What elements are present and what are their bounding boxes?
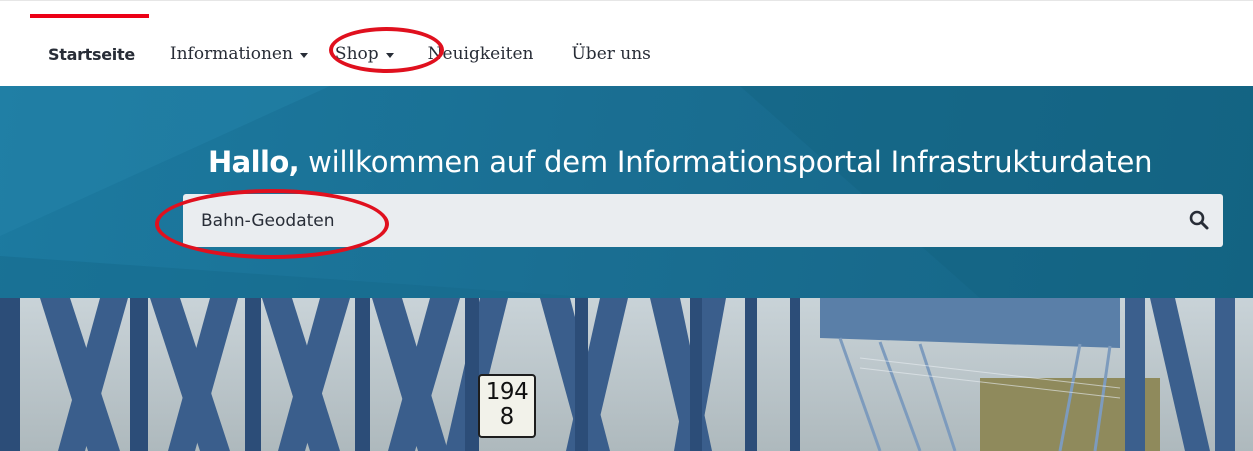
nav-item-startseite[interactable]: Startseite — [48, 45, 135, 64]
caret-down-icon — [385, 52, 394, 58]
caret-down-icon — [299, 52, 308, 58]
search-button[interactable] — [1187, 208, 1211, 232]
nav-item-neuigkeiten[interactable]: Neuigkeiten — [428, 44, 534, 64]
search-bar — [183, 194, 1223, 247]
headline-greeting: Hallo, — [208, 145, 300, 179]
bridge-image — [0, 298, 1253, 451]
nav-item-label: Startseite — [48, 44, 135, 64]
headline-welcome-text: willkommen auf dem Informationsportal In… — [299, 145, 1153, 179]
top-navigation-bar: Startseite Informationen Shop Neuigkeite… — [0, 0, 1253, 87]
nav-item-label: Über uns — [571, 44, 651, 64]
hero-headline: Hallo, willkommen auf dem Informationspo… — [208, 145, 1153, 179]
hero-photo-bridge — [0, 298, 1253, 451]
main-nav: Startseite Informationen Shop Neuigkeite… — [48, 41, 651, 67]
nav-item-label: Shop — [334, 44, 379, 64]
nav-item-label: Informationen — [169, 44, 293, 64]
hero-banner — [0, 86, 1253, 298]
distance-sign: 194 8 — [478, 374, 536, 438]
sign-line-2: 8 — [499, 404, 515, 430]
nav-item-label: Neuigkeiten — [427, 44, 534, 64]
nav-item-ueber-uns[interactable]: Über uns — [571, 44, 650, 64]
search-icon — [1189, 210, 1209, 230]
nav-item-shop[interactable]: Shop — [335, 44, 394, 64]
nav-item-informationen[interactable]: Informationen — [170, 44, 308, 64]
hero-background-shapes — [0, 86, 1253, 298]
active-tab-indicator — [30, 14, 149, 18]
sign-line-1: 194 — [485, 379, 529, 405]
search-input[interactable] — [201, 194, 1161, 247]
